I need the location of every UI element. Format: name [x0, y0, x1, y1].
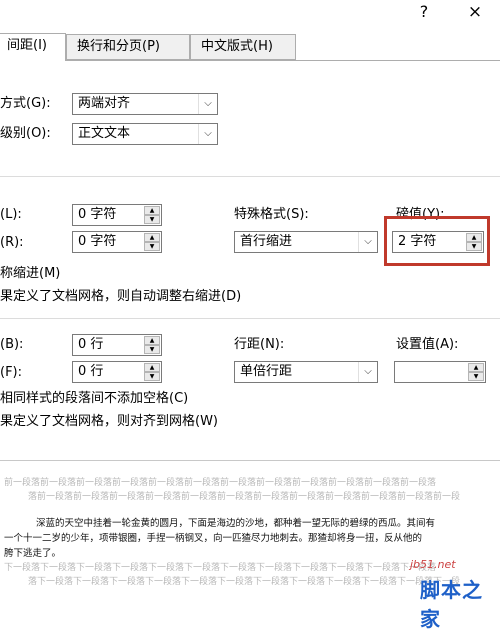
left-indent-label: (L):: [0, 207, 22, 222]
chevron-down-icon[interactable]: ⌵: [198, 124, 217, 144]
section-divider: [0, 176, 500, 177]
tab-asian-typography[interactable]: 中文版式(H): [190, 34, 296, 60]
space-after-spinner[interactable]: 0 行 ▲ ▼: [72, 361, 162, 383]
spin-down-icon[interactable]: ▼: [468, 372, 484, 381]
spin-up-icon[interactable]: ▲: [468, 363, 484, 372]
spin-up-icon[interactable]: ▲: [144, 206, 160, 215]
spin-up-icon[interactable]: ▲: [144, 336, 160, 345]
outline-level-select[interactable]: 正文文本 ⌵: [72, 123, 218, 145]
spin-down-icon[interactable]: ▼: [144, 345, 160, 354]
tab-line-page-breaks[interactable]: 换行和分页(P): [66, 34, 190, 60]
preview-sample-text: 胯下逃走了。: [4, 548, 62, 559]
line-spacing-value: 单倍行距: [240, 364, 293, 379]
right-indent-value: 0 字符: [78, 234, 117, 249]
spin-down-icon[interactable]: ▼: [144, 372, 160, 381]
left-indent-spinner[interactable]: 0 字符 ▲ ▼: [72, 204, 162, 226]
spin-up-icon[interactable]: ▲: [144, 363, 160, 372]
chevron-down-icon[interactable]: ⌵: [358, 232, 377, 252]
space-after-label: (F):: [0, 365, 23, 380]
space-before-spinner[interactable]: 0 行 ▲ ▼: [72, 334, 162, 356]
watermark-brand: 脚本之家: [420, 578, 483, 631]
preview-previous-paragraph: 落前一段落前一段落前一段落前一段落前一段落前一段落前一段落前一段落前一段落前一段…: [28, 492, 461, 502]
right-indent-label: (R):: [0, 235, 24, 250]
snap-to-grid-label[interactable]: 果定义了文档网格，则对齐到网格(W): [0, 412, 218, 432]
line-spacing-select[interactable]: 单倍行距 ⌵: [234, 361, 378, 383]
close-button[interactable]: ×: [462, 2, 488, 24]
preview-next-paragraph: 落下一段落下一段落下一段落下一段落下一段落下一段落下一段落下一段落下一段落下一段…: [28, 577, 461, 587]
outline-level-value: 正文文本: [78, 126, 131, 141]
line-spacing-label: 行距(N):: [234, 337, 285, 352]
line-spacing-at-spinner[interactable]: ▲ ▼: [394, 361, 486, 383]
alignment-select[interactable]: 两端对齐 ⌵: [72, 93, 218, 115]
highlight-box: [384, 216, 490, 266]
chevron-down-icon[interactable]: ⌵: [198, 94, 217, 114]
preview-previous-paragraph: 前一段落前一段落前一段落前一段落前一段落前一段落前一段落前一段落前一段落前一段落…: [4, 478, 437, 488]
special-indent-select[interactable]: 首行缩进 ⌵: [234, 231, 378, 253]
preview-next-paragraph: 下一段落下一段落下一段落下一段落下一段落下一段落下一段落下一段落下一段落下一段落…: [4, 563, 437, 573]
outline-level-label: 级别(O):: [0, 126, 51, 141]
right-indent-spinner[interactable]: 0 字符 ▲ ▼: [72, 231, 162, 253]
alignment-label: 方式(G):: [0, 96, 51, 111]
spin-down-icon[interactable]: ▼: [144, 215, 160, 224]
spin-up-icon[interactable]: ▲: [144, 233, 160, 242]
preview-sample-text: 深蓝的天空中挂着一轮金黄的圆月，下面是海边的沙地，都种着一望无际的碧绿的西瓜。其…: [36, 518, 436, 529]
special-indent-value: 首行缩进: [240, 234, 293, 249]
space-before-label: (B):: [0, 337, 24, 352]
help-button[interactable]: ?: [412, 2, 436, 24]
no-space-same-style-label[interactable]: 相同样式的段落间不添加空格(C): [0, 389, 188, 409]
chevron-down-icon[interactable]: ⌵: [358, 362, 377, 382]
tab-indents-spacing[interactable]: 间距(I): [0, 33, 66, 61]
section-divider: [0, 318, 500, 319]
alignment-value: 两端对齐: [78, 96, 131, 111]
line-spacing-at-label: 设置值(A):: [396, 337, 459, 352]
preview-sample-text: 一个十一二岁的少年，项带银圈，手捏一柄钢叉，向一匹猹尽力地刺去。那猹却将身一扭，…: [4, 533, 423, 544]
space-after-value: 0 行: [78, 364, 104, 379]
mirror-indents-label[interactable]: 称缩进(M): [0, 264, 60, 284]
left-indent-value: 0 字符: [78, 207, 117, 222]
space-before-value: 0 行: [78, 337, 104, 352]
spin-down-icon[interactable]: ▼: [144, 242, 160, 251]
auto-adjust-right-indent-label[interactable]: 果定义了文档网格，则自动调整右缩进(D): [0, 287, 241, 307]
special-indent-label: 特殊格式(S):: [234, 207, 309, 222]
watermark-site: jb51.net: [410, 558, 456, 571]
